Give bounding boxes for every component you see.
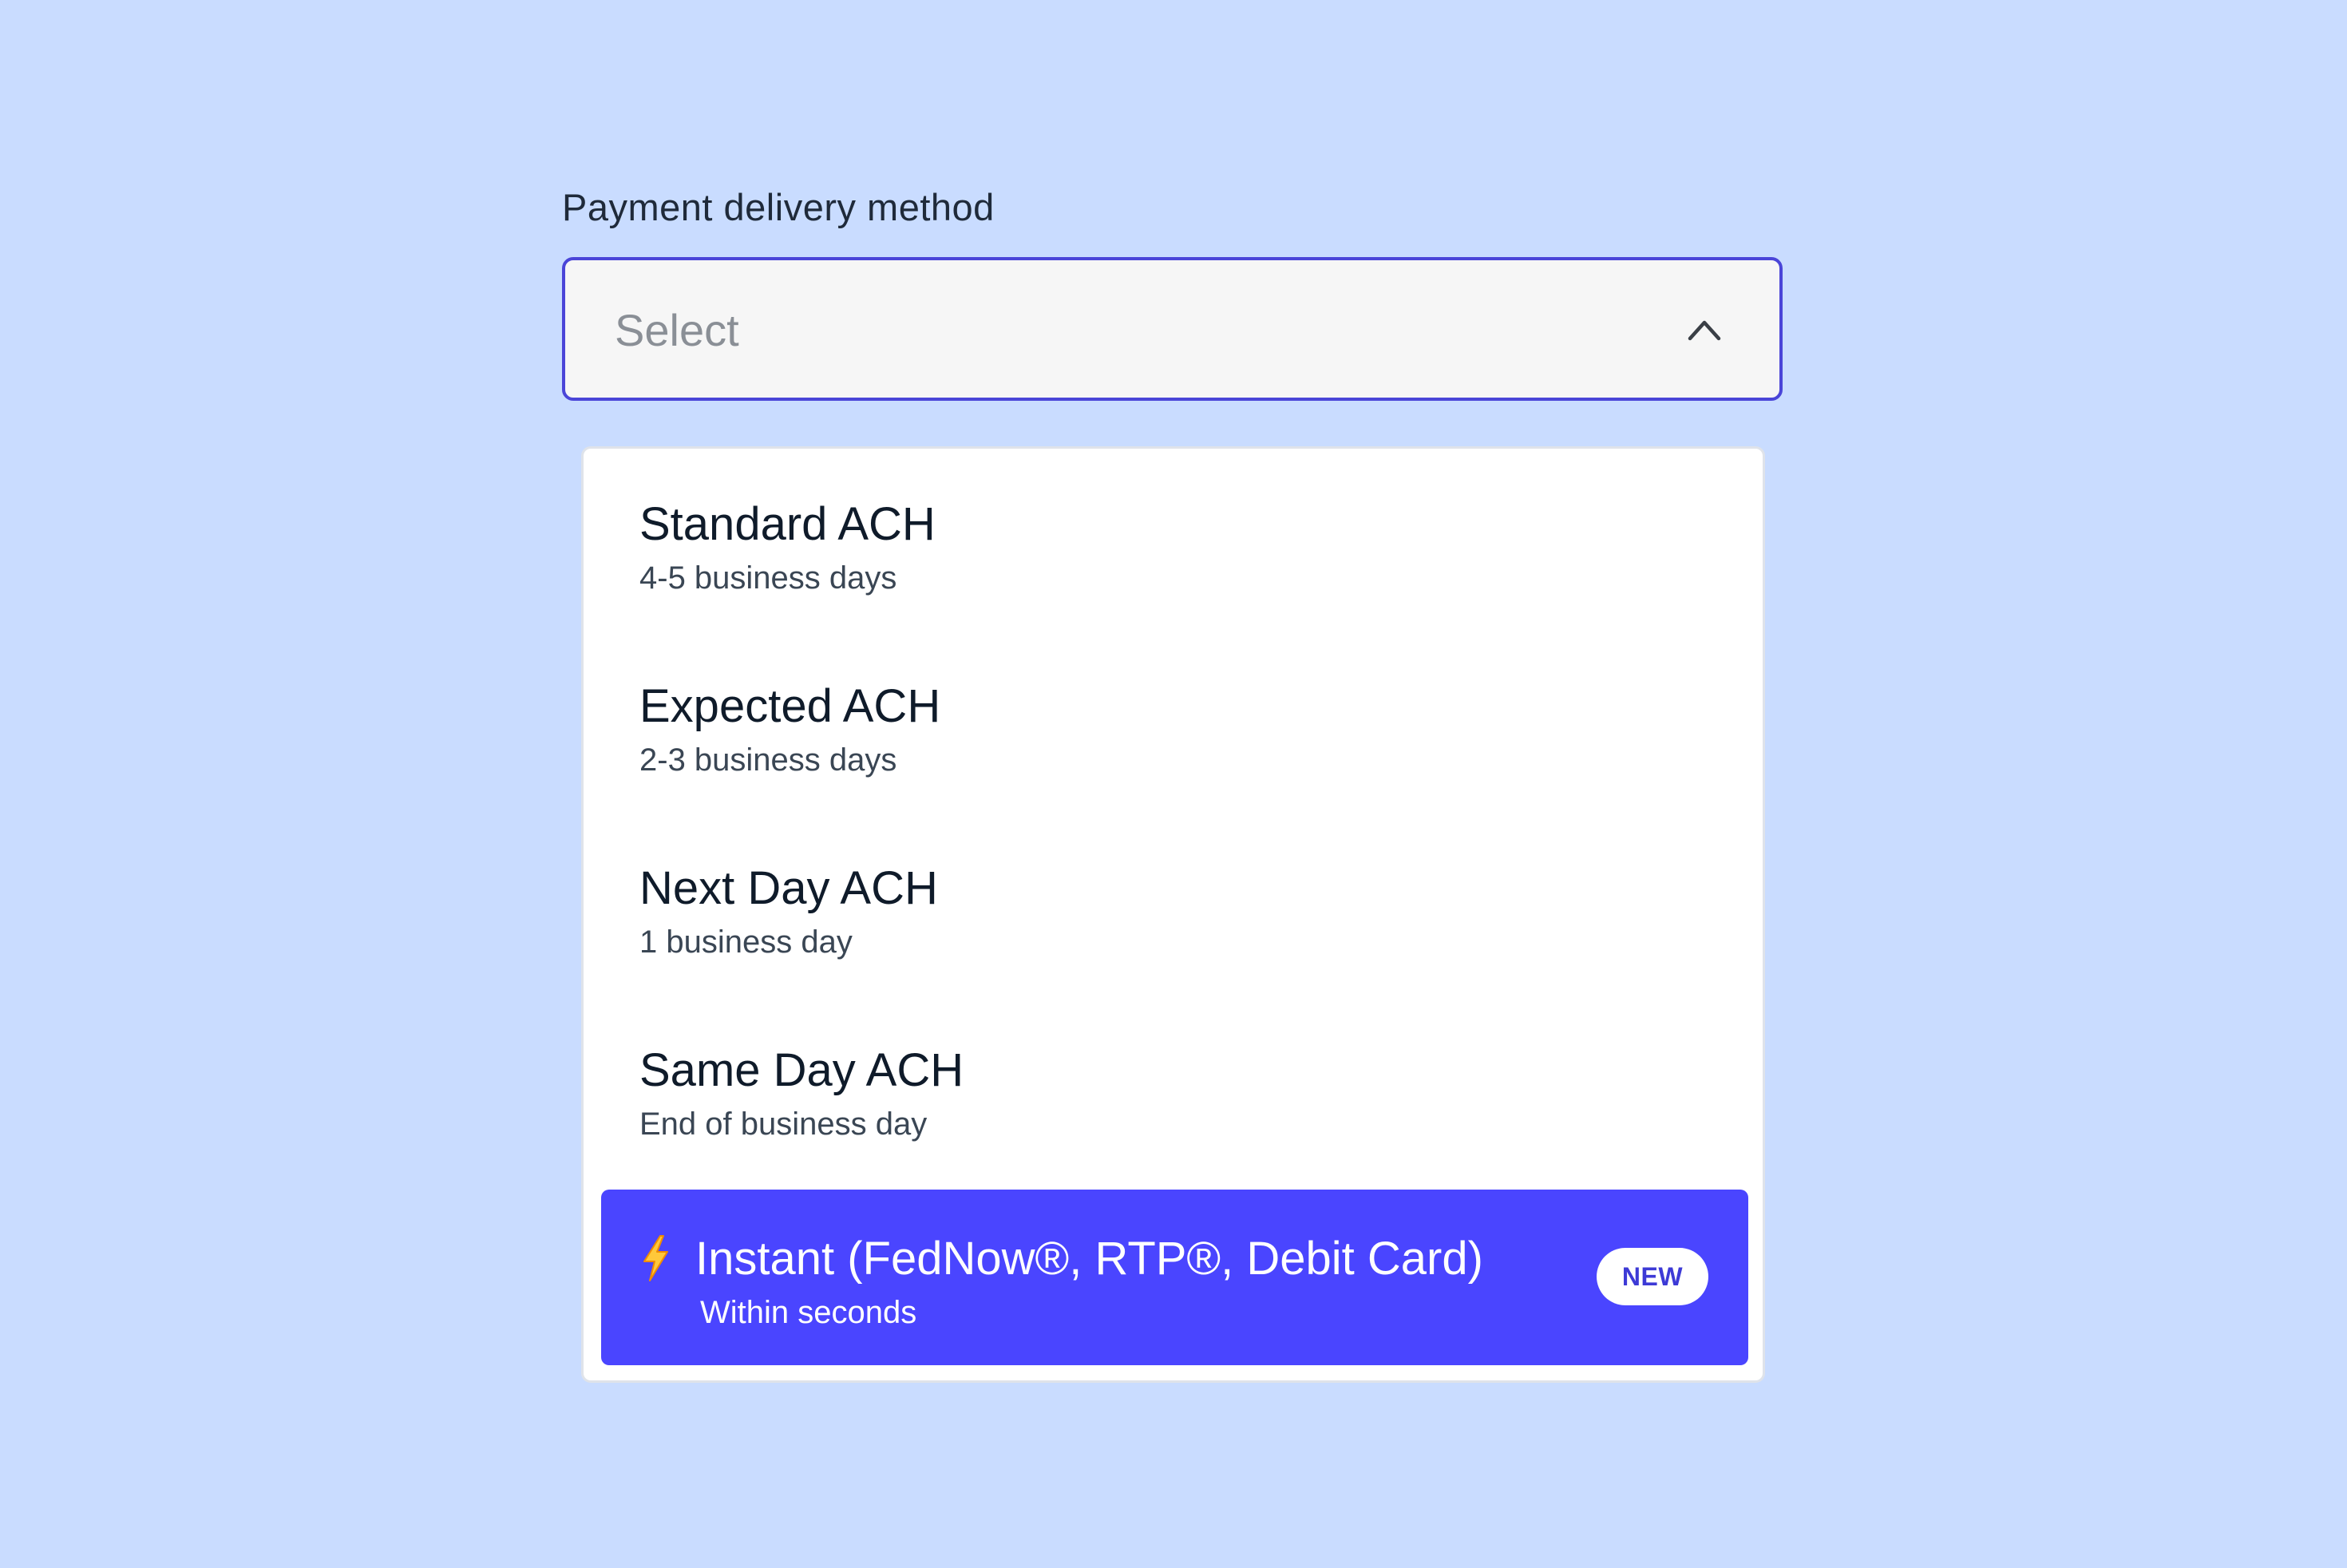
option-standard-ach[interactable]: Standard ACH 4-5 business days [584, 449, 1763, 631]
option-title: Instant (FedNow®, RTP®, Debit Card) [695, 1233, 1483, 1285]
new-badge: NEW [1597, 1248, 1708, 1305]
payment-method-select[interactable]: Select [562, 257, 1783, 401]
option-subtitle: 4-5 business days [639, 560, 897, 596]
option-subtitle: 2-3 business days [639, 742, 897, 778]
chevron-up-icon[interactable] [1685, 311, 1724, 350]
lightning-bolt-icon [643, 1235, 668, 1281]
option-title: Standard ACH [639, 498, 936, 550]
option-next-day-ach[interactable]: Next Day ACH 1 business day [584, 813, 1763, 995]
option-title: Next Day ACH [639, 862, 938, 914]
option-subtitle: End of business day [639, 1107, 928, 1142]
option-same-day-ach[interactable]: Same Day ACH End of business day [584, 995, 1763, 1177]
option-subtitle: 1 business day [639, 925, 853, 960]
option-subtitle: Within seconds [700, 1295, 917, 1330]
option-title: Same Day ACH [639, 1044, 964, 1096]
option-instant[interactable]: Instant (FedNow®, RTP®, Debit Card) With… [601, 1190, 1748, 1365]
field-label: Payment delivery method [562, 186, 995, 228]
option-title: Expected ACH [639, 680, 941, 732]
select-placeholder: Select [615, 305, 739, 355]
option-expected-ach[interactable]: Expected ACH 2-3 business days [584, 631, 1763, 813]
dropdown-menu: Standard ACH 4-5 business days Expected … [581, 446, 1765, 1383]
